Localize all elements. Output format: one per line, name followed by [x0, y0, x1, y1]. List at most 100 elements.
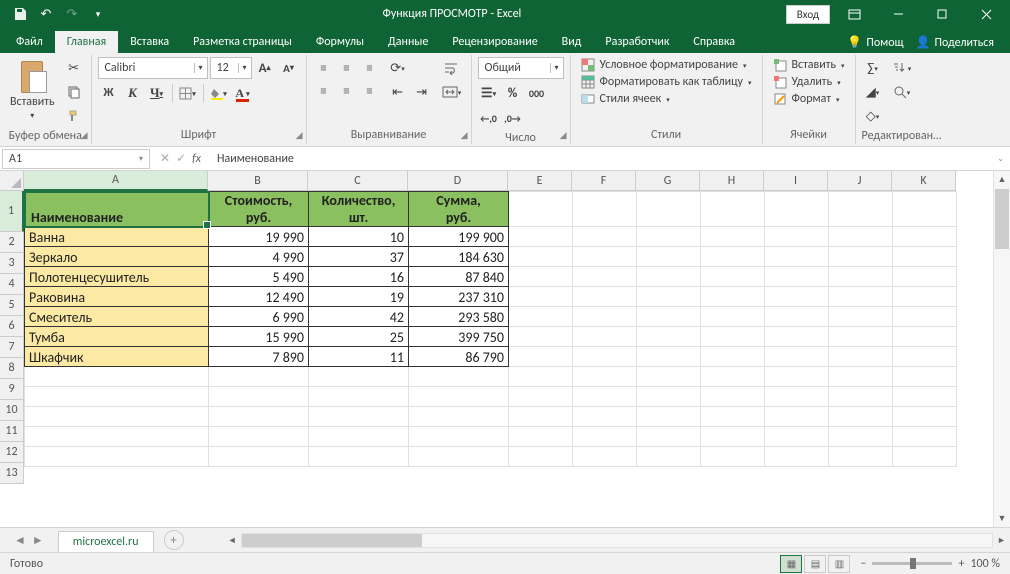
align-bottom-icon[interactable]: ≡ — [359, 58, 381, 80]
cell[interactable]: 184 630 — [409, 247, 509, 267]
cell[interactable]: 237 310 — [409, 287, 509, 307]
cell[interactable] — [509, 307, 573, 327]
cell[interactable] — [573, 287, 637, 307]
insert-function-icon[interactable]: fx — [192, 152, 201, 166]
cell[interactable] — [829, 387, 893, 407]
cell[interactable] — [765, 227, 829, 247]
cell[interactable] — [509, 407, 573, 427]
align-middle-icon[interactable]: ≡ — [336, 58, 358, 80]
cell[interactable] — [409, 447, 509, 467]
cell[interactable]: Раковина — [25, 287, 209, 307]
cell[interactable]: 42 — [309, 307, 409, 327]
column-header[interactable]: K — [892, 171, 956, 191]
cell[interactable] — [893, 447, 957, 467]
cell[interactable]: 15 990 — [209, 327, 309, 347]
cell[interactable]: 86 790 — [409, 347, 509, 367]
cell[interactable] — [893, 192, 957, 227]
close-icon[interactable] — [966, 0, 1006, 28]
cell[interactable] — [637, 427, 701, 447]
cell[interactable] — [25, 407, 209, 427]
cell[interactable] — [573, 192, 637, 227]
cell[interactable]: 4 990 — [209, 247, 309, 267]
zoom-level[interactable]: 100 % — [970, 557, 1000, 571]
cell[interactable] — [829, 287, 893, 307]
redo-icon[interactable]: ↷ — [60, 2, 84, 26]
borders-button[interactable]: ▾ — [177, 82, 199, 104]
cells-area[interactable]: НаименованиеСтоимость,руб.Количество,шт.… — [24, 191, 957, 527]
expand-formula-bar-icon[interactable]: ⌄ — [991, 154, 1010, 164]
fill-icon[interactable]: ◢▾ — [862, 81, 884, 103]
tab-данные[interactable]: Данные — [376, 31, 440, 53]
share-button[interactable]: 👤Поделиться — [916, 35, 994, 50]
row-header[interactable]: 7 — [0, 337, 24, 358]
cell[interactable]: Сумма,руб. — [409, 192, 509, 227]
paste-button[interactable]: Вставить▾ — [6, 57, 59, 123]
cell[interactable] — [701, 192, 765, 227]
align-right-icon[interactable]: ≡ — [359, 81, 381, 103]
wrap-text-icon[interactable] — [439, 57, 465, 79]
cell[interactable]: 19 — [309, 287, 409, 307]
zoom-out-icon[interactable]: − — [860, 557, 866, 571]
cell[interactable] — [893, 247, 957, 267]
column-header[interactable]: J — [828, 171, 892, 191]
cell[interactable] — [765, 387, 829, 407]
cell[interactable]: 7 890 — [209, 347, 309, 367]
cell[interactable] — [765, 287, 829, 307]
tab-главная[interactable]: Главная — [55, 31, 118, 53]
cell[interactable] — [829, 367, 893, 387]
accounting-format-icon[interactable]: ☰▾ — [478, 82, 500, 104]
row-header[interactable]: 9 — [0, 379, 24, 400]
increase-decimal-icon[interactable]: ←,0 — [478, 107, 500, 129]
cell[interactable] — [701, 407, 765, 427]
cell[interactable] — [637, 227, 701, 247]
cell[interactable] — [637, 247, 701, 267]
cell[interactable] — [637, 267, 701, 287]
cell[interactable] — [637, 447, 701, 467]
ribbon-options-icon[interactable] — [834, 0, 874, 28]
cell[interactable] — [829, 347, 893, 367]
cell[interactable] — [509, 192, 573, 227]
cancel-formula-icon[interactable]: ✕ — [160, 151, 170, 166]
row-header[interactable]: 6 — [0, 316, 24, 337]
cell[interactable] — [209, 447, 309, 467]
tab-рецензирование[interactable]: Рецензирование — [440, 31, 549, 53]
decrease-indent-icon[interactable]: ⇤ — [387, 81, 409, 103]
cell[interactable] — [509, 287, 573, 307]
cell[interactable] — [309, 447, 409, 467]
next-sheet-icon[interactable]: ► — [32, 533, 44, 548]
align-left-icon[interactable]: ≡ — [313, 81, 335, 103]
cell[interactable] — [509, 427, 573, 447]
tab-вставка[interactable]: Вставка — [118, 31, 181, 53]
cell[interactable] — [573, 367, 637, 387]
cell[interactable] — [637, 407, 701, 427]
cell[interactable] — [573, 427, 637, 447]
cell-styles-button[interactable]: Стили ячеек ▾ — [577, 91, 756, 107]
cell[interactable] — [637, 367, 701, 387]
cell[interactable] — [637, 307, 701, 327]
scroll-up-icon[interactable]: ▲ — [994, 171, 1010, 188]
cell[interactable] — [829, 267, 893, 287]
format-cells-button[interactable]: Формат ▾ — [769, 91, 849, 107]
delete-cells-button[interactable]: Удалить ▾ — [769, 74, 849, 90]
cell[interactable] — [765, 427, 829, 447]
cell[interactable] — [309, 427, 409, 447]
cell[interactable]: Стоимость,руб. — [209, 192, 309, 227]
dialog-launcher-icon[interactable]: ◢ — [560, 130, 567, 141]
column-header[interactable]: E — [508, 171, 572, 191]
enter-formula-icon[interactable]: ✓ — [176, 151, 186, 166]
cell[interactable] — [509, 447, 573, 467]
cell[interactable]: 25 — [309, 327, 409, 347]
cell[interactable]: 10 — [309, 227, 409, 247]
cell[interactable] — [701, 267, 765, 287]
sort-filter-icon[interactable]: ▾ — [888, 57, 916, 79]
font-color-button[interactable]: A▾ — [232, 82, 254, 104]
merge-button[interactable]: ▾ — [439, 81, 465, 103]
format-as-table-button[interactable]: Форматировать как таблицу ▾ — [577, 74, 756, 90]
cell[interactable] — [893, 347, 957, 367]
cell[interactable] — [509, 327, 573, 347]
cell[interactable]: Зеркало — [25, 247, 209, 267]
column-header[interactable]: G — [636, 171, 700, 191]
number-format-combo[interactable]: Общий▾ — [478, 57, 564, 79]
tab-справка[interactable]: Справка — [681, 31, 747, 53]
cell[interactable] — [829, 327, 893, 347]
